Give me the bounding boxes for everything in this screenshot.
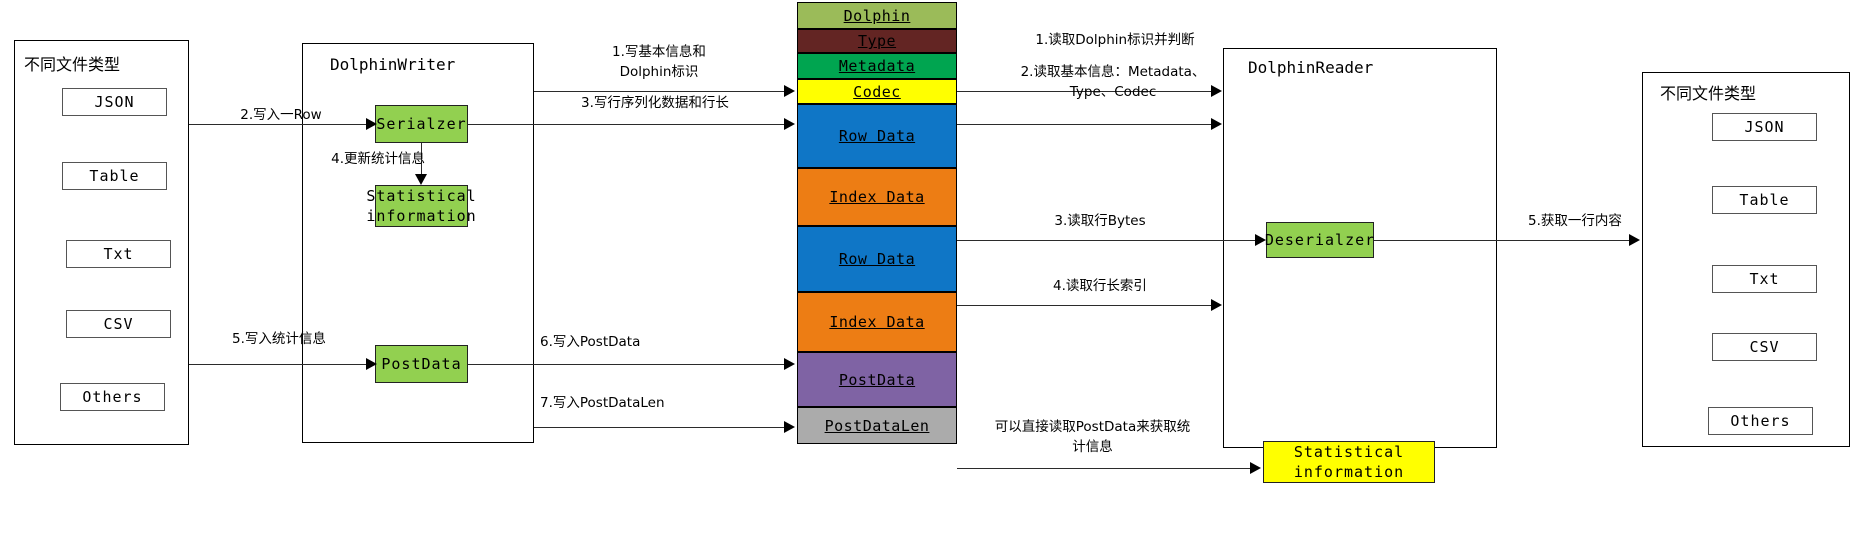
source-file-type-table[interactable]: Table xyxy=(62,162,167,190)
target-file-type-json-label: JSON xyxy=(1744,118,1785,136)
target-file-types-title: 不同文件类型 xyxy=(1660,84,1757,103)
dolphin-writer-title: DolphinWriter xyxy=(330,55,456,74)
source-file-type-others-label: Others xyxy=(82,388,143,406)
edge-read-postdata-label: 可以直接读取PostData来获取统 计信息 xyxy=(994,419,1191,455)
target-file-type-csv-label: CSV xyxy=(1749,338,1780,356)
edge-write-row-label: 2.写入一Row xyxy=(240,107,322,123)
edge-write-basic-info-label: 1.写基本信息和 Dolphin标识 xyxy=(612,44,706,80)
edge-read-row-bytes-label: 3.读取行Bytes xyxy=(1054,213,1146,229)
postdata-node[interactable]: PostData xyxy=(375,345,468,383)
format-block-index-data-2-label: Index Data xyxy=(829,313,925,331)
target-file-type-others-label: Others xyxy=(1730,412,1791,430)
format-block-row-data-1-label: Row Data xyxy=(838,127,916,145)
reader-statistical-information-label: Statistical information xyxy=(1293,442,1405,481)
target-file-type-txt[interactable]: Txt xyxy=(1712,265,1817,293)
edge-update-stats-arrow xyxy=(415,174,427,185)
writer-statistical-information-label: Statistical information xyxy=(366,186,477,225)
edge-write-postdatalen-label: 7.写入PostDataLen xyxy=(540,395,665,411)
edge-write-postdata-label: 6.写入PostData xyxy=(540,334,641,350)
edge-get-row-line xyxy=(1374,240,1632,241)
format-block-dolphin-label: Dolphin xyxy=(843,6,911,25)
target-file-type-others[interactable]: Others xyxy=(1708,407,1813,435)
deserializer-label: Deserialzer xyxy=(1264,230,1376,249)
source-file-type-csv[interactable]: CSV xyxy=(66,310,171,338)
source-file-type-others[interactable]: Others xyxy=(60,383,165,411)
format-block-index-data-2: Index Data xyxy=(797,292,957,352)
source-file-type-txt[interactable]: Txt xyxy=(66,240,171,268)
diagram-canvas: 不同文件类型 JSON Table Txt CSV Others Dolphin… xyxy=(0,0,1862,555)
serializer-node[interactable]: Serialzer xyxy=(375,105,468,143)
source-file-type-json[interactable]: JSON xyxy=(62,88,167,116)
edge-write-postdatalen-line xyxy=(534,427,787,428)
target-file-type-csv[interactable]: CSV xyxy=(1712,333,1817,361)
edge-write-stats-arrow xyxy=(366,358,377,370)
edge-write-row-bytes-arrow xyxy=(784,118,795,130)
source-file-types-title: 不同文件类型 xyxy=(24,55,121,74)
edge-write-row-bytes-line xyxy=(468,124,787,125)
edge-write-basic-info-line xyxy=(534,91,787,92)
target-file-type-table[interactable]: Table xyxy=(1712,186,1817,214)
dolphin-reader-title: DolphinReader xyxy=(1248,58,1374,77)
format-block-postdata: PostData xyxy=(797,352,957,407)
source-file-type-txt-label: Txt xyxy=(103,245,134,263)
edge-read-row-bytes-arrow xyxy=(1255,234,1266,246)
edge-read-index-arrow xyxy=(1211,299,1222,311)
format-block-postdatalen: PostDataLen xyxy=(797,407,957,444)
format-block-index-data-1: Index Data xyxy=(797,168,957,226)
edge-get-row-label: 5.获取一行内容 xyxy=(1528,213,1622,229)
source-file-type-csv-label: CSV xyxy=(103,315,134,333)
format-block-dolphin: Dolphin xyxy=(797,2,957,29)
format-block-type-label: Type xyxy=(857,32,897,50)
target-file-type-json[interactable]: JSON xyxy=(1712,113,1817,141)
deserializer-node[interactable]: Deserialzer xyxy=(1264,222,1376,258)
edge-write-basic-info-arrow xyxy=(784,85,795,97)
edge-write-postdata-line xyxy=(468,364,787,365)
edge-write-postdata-arrow xyxy=(784,358,795,370)
dolphin-writer-panel xyxy=(302,43,534,443)
edge-read-postdata-line xyxy=(957,468,1257,469)
target-file-type-txt-label: Txt xyxy=(1749,270,1780,288)
format-block-index-data-1-label: Index Data xyxy=(829,188,925,206)
edge-write-row-bytes-label: 3.写行序列化数据和行长 xyxy=(581,95,729,111)
edge-write-stats-label: 5.写入统计信息 xyxy=(232,331,326,347)
edge-read-postdata-arrow xyxy=(1250,462,1261,474)
edge-read-basic-line xyxy=(957,124,1214,125)
format-block-postdatalen-label: PostDataLen xyxy=(824,416,930,435)
writer-statistical-information-node[interactable]: Statistical information xyxy=(366,185,476,227)
serializer-label: Serialzer xyxy=(376,114,467,133)
edge-read-basic-arrow xyxy=(1211,118,1222,130)
edge-read-magic-label: 1.读取Dolphin标识并判断 xyxy=(1035,32,1195,48)
edge-write-stats-line xyxy=(189,364,373,365)
format-block-codec-label: Codec xyxy=(853,82,901,101)
format-block-row-data-2-label: Row Data xyxy=(838,250,916,268)
edge-write-postdatalen-arrow xyxy=(784,421,795,433)
edge-update-stats-label: 4.更新统计信息 xyxy=(331,151,425,167)
format-block-row-data-1: Row Data xyxy=(797,104,957,168)
postdata-label: PostData xyxy=(381,354,462,373)
source-file-type-table-label: Table xyxy=(89,167,140,185)
target-file-type-table-label: Table xyxy=(1739,191,1790,209)
reader-statistical-information-node[interactable]: Statistical information xyxy=(1263,441,1435,483)
format-block-type: Type xyxy=(797,29,957,53)
format-block-postdata-label: PostData xyxy=(838,370,916,389)
format-block-codec: Codec xyxy=(797,79,957,104)
edge-get-row-arrow xyxy=(1629,234,1640,246)
format-block-row-data-2: Row Data xyxy=(797,226,957,292)
edge-read-index-label: 4.读取行长索引 xyxy=(1053,278,1147,294)
edge-read-row-bytes-line xyxy=(957,240,1264,241)
edge-read-index-line xyxy=(957,305,1214,306)
edge-read-basic-label: 2.读取基本信息：Metadata、 Type、Codec xyxy=(1020,64,1206,100)
format-block-metadata: Metadata xyxy=(797,53,957,79)
format-block-metadata-label: Metadata xyxy=(838,57,916,75)
source-file-type-json-label: JSON xyxy=(94,93,135,111)
edge-write-row-arrow xyxy=(366,118,377,130)
